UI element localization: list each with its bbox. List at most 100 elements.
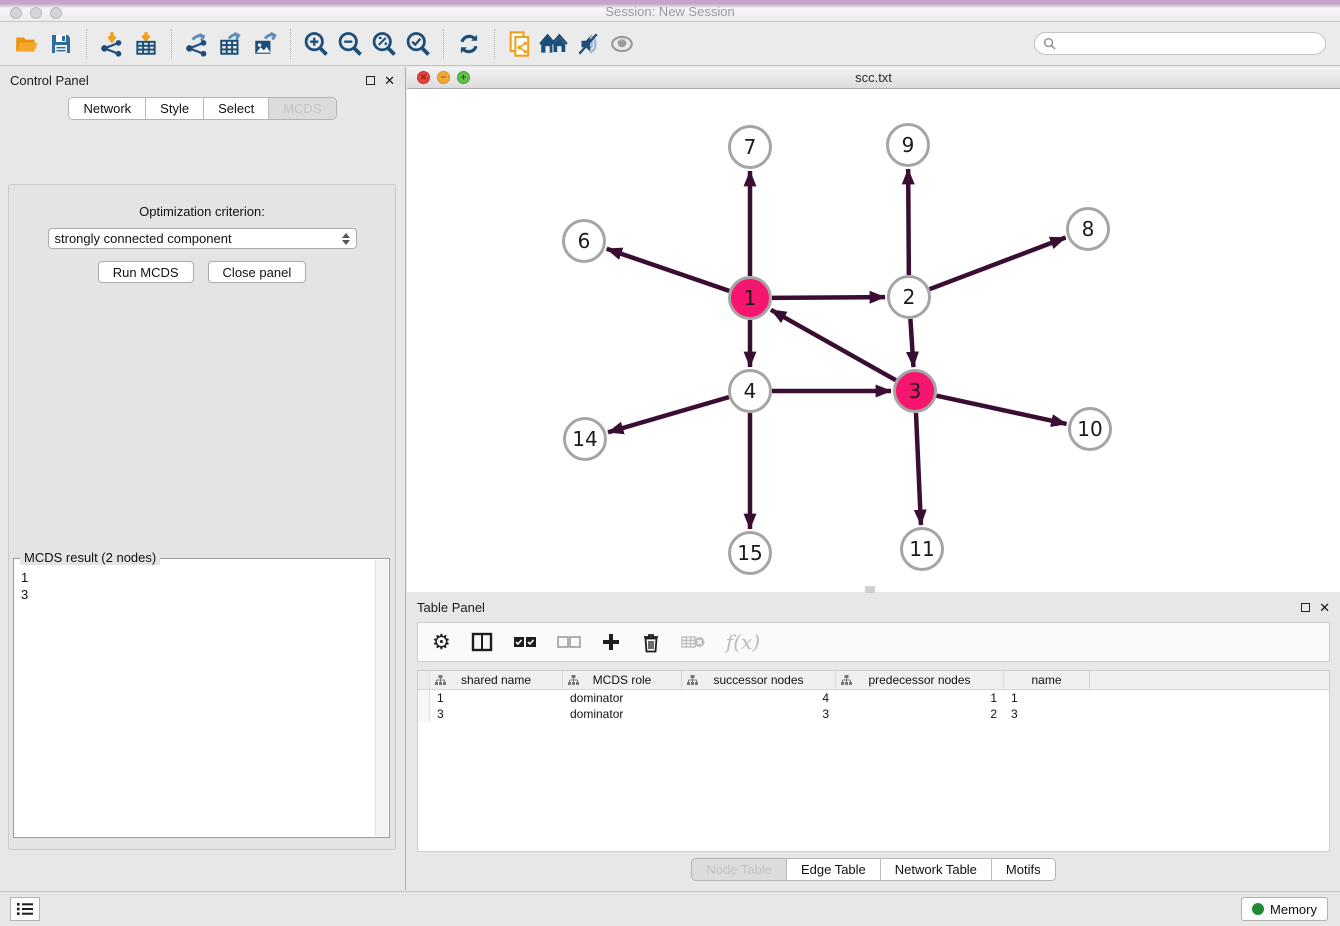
tab-motifs[interactable]: Motifs <box>992 859 1055 880</box>
mcds-result-text[interactable]: 1 3 <box>21 569 373 835</box>
birdseye-view-button[interactable] <box>605 27 639 61</box>
network-canvas[interactable]: 1 2 3 4 6 7 8 9 10 11 14 15 <box>407 89 1340 592</box>
column-header-mcds-role[interactable]: MCDS role <box>563 671 682 689</box>
network-graph[interactable]: 1 2 3 4 6 7 8 9 10 11 14 15 <box>407 89 1340 592</box>
graph-edge-4-14[interactable] <box>608 397 729 432</box>
export-table-button[interactable] <box>214 27 248 61</box>
import-network-button[interactable] <box>95 27 129 61</box>
dropdown-selected-value: strongly connected component <box>55 231 232 246</box>
export-image-button[interactable] <box>248 27 282 61</box>
task-history-button[interactable] <box>10 897 40 921</box>
tab-network-table[interactable]: Network Table <box>881 859 992 880</box>
graph-node-11[interactable]: 11 <box>902 529 943 570</box>
result-scrollbar[interactable] <box>375 560 388 836</box>
table-header-row: shared name MCDS role successor nodes pr… <box>418 671 1329 690</box>
function-builder-button[interactable]: f(x) <box>726 630 760 654</box>
svg-text:6: 6 <box>578 229 591 253</box>
column-header-predecessor-nodes[interactable]: predecessor nodes <box>836 671 1004 689</box>
table-cell[interactable]: dominator <box>563 690 682 706</box>
network-title: scc.txt <box>407 70 1340 85</box>
graph-node-4[interactable]: 4 <box>730 371 771 412</box>
open-file-button[interactable] <box>10 27 44 61</box>
apply-layout-button[interactable] <box>452 27 486 61</box>
select-all-columns-button[interactable] <box>513 635 537 649</box>
table-cell[interactable]: 1 <box>430 690 563 706</box>
memory-button[interactable]: Memory <box>1241 897 1328 921</box>
column-header-successor-nodes[interactable]: successor nodes <box>682 671 836 689</box>
svg-text:8: 8 <box>1082 217 1095 241</box>
close-panel-button[interactable]: Close panel <box>208 261 307 283</box>
graph-node-7[interactable]: 7 <box>730 127 771 168</box>
table-cell[interactable]: 3 <box>1004 706 1090 722</box>
optimization-criterion-select[interactable]: strongly connected component <box>48 228 357 249</box>
graph-edge-2-9[interactable] <box>908 169 909 275</box>
tab-select[interactable]: Select <box>204 98 269 119</box>
graph-edge-2-3[interactable] <box>910 319 913 367</box>
table-cell[interactable]: 3 <box>430 706 563 722</box>
network-window-titlebar[interactable]: ✕ − + scc.txt <box>407 67 1340 89</box>
toolbar-separator <box>443 29 444 59</box>
table-cell[interactable]: 1 <box>1004 690 1090 706</box>
tab-style[interactable]: Style <box>146 98 204 119</box>
graph-edge-3-1[interactable] <box>771 310 896 380</box>
import-table-button[interactable] <box>129 27 163 61</box>
table-row[interactable]: 1dominator411 <box>418 690 1329 706</box>
zoom-fit-button[interactable] <box>367 27 401 61</box>
search-box[interactable] <box>1034 32 1326 55</box>
table-cell[interactable]: 2 <box>836 706 1004 722</box>
fx-icon: f(x) <box>726 630 760 654</box>
column-header-shared-name[interactable]: shared name <box>430 671 563 689</box>
graph-node-9[interactable]: 9 <box>888 125 929 166</box>
toolbar-separator <box>86 29 87 59</box>
zoom-selected-button[interactable] <box>401 27 435 61</box>
show-graphics-details-button[interactable] <box>571 27 605 61</box>
toggle-columns-button[interactable] <box>471 631 493 653</box>
tab-mcds[interactable]: MCDS <box>269 98 335 119</box>
graph-node-1[interactable]: 1 <box>730 278 771 319</box>
unselect-all-columns-button[interactable] <box>557 635 581 649</box>
column-header-name[interactable]: name <box>1004 671 1090 689</box>
tab-node-table[interactable]: Node Table <box>692 859 787 880</box>
graph-node-2[interactable]: 2 <box>889 277 930 318</box>
delete-column-button[interactable] <box>641 632 661 653</box>
delete-table-button[interactable] <box>681 634 706 650</box>
table-settings-button[interactable]: ⚙ <box>432 632 451 653</box>
table-row[interactable]: 3dominator323 <box>418 706 1329 722</box>
graph-node-15[interactable]: 15 <box>730 533 771 574</box>
graph-edge-3-10[interactable] <box>936 396 1066 424</box>
tab-network[interactable]: Network <box>69 98 146 119</box>
columns-icon <box>471 631 493 653</box>
graph-edge-3-11[interactable] <box>916 413 921 525</box>
zoom-in-button[interactable] <box>299 27 333 61</box>
hierarchy-icon <box>435 675 446 685</box>
table-cell[interactable]: dominator <box>563 706 682 722</box>
save-icon <box>49 32 73 56</box>
close-panel-icon[interactable]: ✕ <box>384 74 395 87</box>
table-cell[interactable]: 1 <box>836 690 1004 706</box>
run-mcds-button[interactable]: Run MCDS <box>98 261 194 283</box>
table-panel-tabs: Node Table Edge Table Network Table Moti… <box>691 858 1055 881</box>
graph-edge-2-8[interactable] <box>930 238 1066 290</box>
home-button[interactable] <box>537 27 571 61</box>
graph-edge-1-6[interactable] <box>607 249 729 291</box>
graph-edge-1-2[interactable] <box>772 297 885 298</box>
float-panel-icon[interactable] <box>366 76 375 85</box>
save-session-button[interactable] <box>44 27 78 61</box>
graph-node-14[interactable]: 14 <box>565 419 606 460</box>
table-cell[interactable]: 4 <box>682 690 836 706</box>
create-column-button[interactable] <box>601 632 621 652</box>
hierarchy-icon <box>568 675 579 685</box>
graph-node-8[interactable]: 8 <box>1068 209 1109 250</box>
zoom-out-button[interactable] <box>333 27 367 61</box>
graph-node-10[interactable]: 10 <box>1070 409 1111 450</box>
splitter-grip[interactable] <box>865 586 875 593</box>
graph-node-3[interactable]: 3 <box>895 371 936 412</box>
close-table-panel-icon[interactable]: ✕ <box>1319 601 1330 614</box>
tab-edge-table[interactable]: Edge Table <box>787 859 881 880</box>
table-cell[interactable]: 3 <box>682 706 836 722</box>
network-file-button[interactable] <box>503 27 537 61</box>
search-input[interactable] <box>1061 36 1317 51</box>
graph-node-6[interactable]: 6 <box>564 221 605 262</box>
export-network-button[interactable] <box>180 27 214 61</box>
float-table-panel-icon[interactable] <box>1301 603 1310 612</box>
